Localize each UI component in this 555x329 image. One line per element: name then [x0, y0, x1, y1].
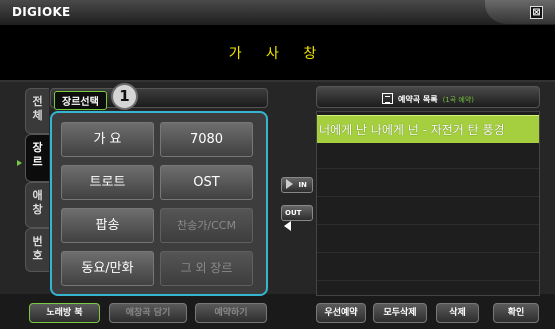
queue-divider — [317, 280, 539, 281]
genre-button-trot[interactable]: 트로트 — [61, 165, 154, 200]
genre-button-7080[interactable]: 7080 — [160, 122, 253, 157]
add-favorite-button: 애창곡 담기 — [109, 303, 187, 323]
lyrics-panel: 가 사 창 — [0, 26, 555, 82]
queue-divider — [317, 196, 539, 197]
genre-button-ccm: 찬송가/CCM — [160, 208, 253, 243]
queue-title: 예약곡 목록 — [397, 95, 438, 104]
close-button[interactable]: ⊠ — [530, 6, 543, 19]
side-tab-bar: 전체 장르 애창 번호 — [25, 88, 49, 272]
add-to-queue-button[interactable]: IN — [281, 177, 313, 193]
title-bar-notch — [485, 0, 555, 24]
queue-divider — [317, 168, 539, 169]
queue-divider — [317, 252, 539, 253]
remove-from-queue-button[interactable]: OUT — [281, 205, 313, 231]
genre-panel-header: 장르선택 — [50, 88, 268, 110]
tab-all[interactable]: 전체 — [25, 88, 49, 134]
active-tab-arrow-icon — [17, 160, 22, 166]
genre-button-other: 그 외 장르 — [160, 251, 253, 286]
genre-button-grid: 가 요 7080 트로트 OST 팝송 찬송가/CCM 동요/만화 그 외 장르 — [50, 111, 268, 296]
genre-button-kids[interactable]: 동요/만화 — [61, 251, 154, 286]
tab-genre[interactable]: 장르 — [25, 134, 49, 182]
delete-all-button[interactable]: 모두삭제 — [373, 303, 427, 323]
delete-button[interactable]: 삭제 — [436, 303, 479, 323]
tab-number[interactable]: 번호 — [25, 228, 49, 272]
queue-count: (1곡 예약) — [442, 96, 475, 104]
genre-button-ost[interactable]: OST — [160, 165, 253, 200]
queue-divider — [317, 224, 539, 225]
priority-reserve-button[interactable]: 우선예약 — [316, 303, 366, 323]
reserve-button: 예약하기 — [195, 303, 267, 323]
tab-number-label: 번호 — [32, 235, 43, 262]
app-title: DIGIOKE — [12, 5, 71, 19]
queue-header: 예약곡 목록 (1곡 예약) — [316, 86, 540, 108]
queue-list: 너에게 난 나에게 넌 - 자전거 탄 풍경 — [316, 111, 540, 296]
out-arrow-icon — [284, 221, 291, 231]
genre-select-tab[interactable]: 장르선택 — [54, 91, 107, 110]
in-arrow-icon — [286, 179, 293, 189]
callout-badge: 1 — [111, 83, 138, 110]
songbook-button[interactable]: 노래방 북 — [29, 303, 100, 323]
queue-item-title: 너에게 난 나에게 넌 - 자전거 탄 풍경 — [319, 123, 505, 137]
tab-all-label: 전체 — [32, 95, 43, 122]
list-icon — [381, 93, 393, 104]
tab-favorites-label: 애창 — [32, 189, 43, 216]
tab-genre-label: 장르 — [32, 141, 43, 168]
out-label: OUT — [285, 209, 302, 217]
title-bar: DIGIOKE ⊠ — [0, 0, 555, 26]
tab-favorites[interactable]: 애창 — [25, 182, 49, 228]
lyrics-text: 가 사 창 — [228, 46, 327, 62]
genre-button-pop[interactable]: 팝송 — [61, 208, 154, 243]
genre-button-kpop[interactable]: 가 요 — [61, 122, 154, 157]
in-label: IN — [298, 181, 307, 189]
queue-item[interactable]: 너에게 난 나에게 넌 - 자전거 탄 풍경 — [317, 115, 539, 143]
confirm-button[interactable]: 확인 — [493, 303, 539, 323]
